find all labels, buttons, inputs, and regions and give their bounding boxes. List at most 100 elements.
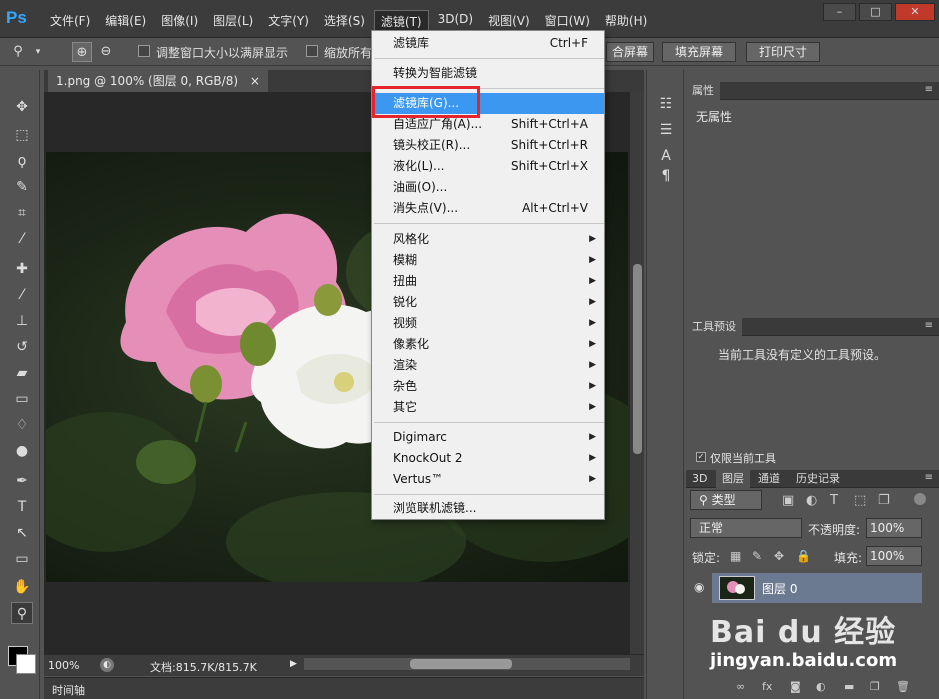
- add-mask-icon[interactable]: ◙: [790, 680, 801, 693]
- menu-item-knockout[interactable]: KnockOut 2 ▶: [372, 448, 604, 469]
- properties-panel-icon[interactable]: ☷: [656, 94, 676, 114]
- filter-type-icon[interactable]: T: [830, 493, 838, 508]
- filter-shape-icon[interactable]: ⬚: [854, 493, 866, 508]
- fill-screen-button[interactable]: 填充屏幕: [662, 42, 736, 62]
- resize-windows-checkbox[interactable]: [138, 45, 150, 57]
- new-group-icon[interactable]: ▬: [844, 680, 854, 693]
- menu-item-convert-smart-filters[interactable]: 转换为智能滤镜: [372, 63, 604, 84]
- menu-item-oil-paint[interactable]: 油画(O)...: [372, 177, 604, 198]
- timeline-label[interactable]: 时间轴: [52, 682, 85, 698]
- tab-3d[interactable]: 3D: [686, 470, 713, 488]
- menu-item-digimarc[interactable]: Digimarc ▶: [372, 427, 604, 448]
- gradient-tool-icon[interactable]: ▭: [11, 388, 33, 410]
- layer-name[interactable]: 图层 0: [762, 580, 797, 597]
- filter-smart-object-icon[interactable]: ❐: [878, 493, 890, 508]
- filter-adjustment-icon[interactable]: ◐: [806, 493, 817, 508]
- brush-tool-icon[interactable]: ⁄: [11, 284, 33, 306]
- menu-item-noise[interactable]: 杂色 ▶: [372, 376, 604, 397]
- menu-select[interactable]: 选择(S): [318, 10, 371, 33]
- close-tab-icon[interactable]: ×: [250, 74, 260, 88]
- zoom-tool-active-icon[interactable]: ⚲: [11, 602, 33, 624]
- menu-type[interactable]: 文字(Y): [262, 10, 315, 33]
- document-tab[interactable]: 1.png @ 100% (图层 0, RGB/8) ×: [48, 70, 268, 92]
- lock-transparent-icon[interactable]: ▦: [730, 549, 741, 563]
- zoom-in-icon[interactable]: ⊕: [72, 42, 92, 62]
- zoom-level[interactable]: 100%: [48, 659, 79, 672]
- close-button[interactable]: ✕: [895, 3, 935, 21]
- type-tool-icon[interactable]: T: [11, 496, 33, 518]
- tab-channels[interactable]: 通道: [752, 470, 786, 488]
- lock-pixels-icon[interactable]: ✎: [752, 549, 762, 563]
- menu-item-pixelate[interactable]: 像素化 ▶: [372, 334, 604, 355]
- opacity-input[interactable]: 100%: [866, 518, 922, 538]
- history-brush-tool-icon[interactable]: ↺: [11, 336, 33, 358]
- menu-item-blur[interactable]: 模糊 ▶: [372, 250, 604, 271]
- filter-pixel-icon[interactable]: ▣: [782, 493, 794, 508]
- menu-layer[interactable]: 图层(L): [207, 10, 259, 33]
- horizontal-scroll-thumb[interactable]: [410, 659, 512, 669]
- panel-menu-icon[interactable]: ≡: [925, 84, 933, 95]
- menu-item-vertus[interactable]: Vertus™ ▶: [372, 469, 604, 490]
- eyedropper-tool-icon[interactable]: ⁄: [11, 228, 33, 250]
- stamp-tool-icon[interactable]: ⊥: [11, 310, 33, 332]
- minimize-button[interactable]: –: [823, 3, 856, 21]
- zoom-tool-icon[interactable]: ⚲: [8, 42, 28, 62]
- vertical-scroll-thumb[interactable]: [633, 264, 642, 454]
- zoom-out-icon[interactable]: ⊖: [96, 42, 116, 62]
- new-adjustment-icon[interactable]: ◐: [816, 680, 826, 693]
- hand-tool-icon[interactable]: ✋: [11, 576, 33, 598]
- visibility-eye-icon[interactable]: ◉: [694, 580, 704, 594]
- new-layer-icon[interactable]: ❐: [870, 680, 880, 693]
- zoom-all-checkbox[interactable]: [306, 45, 318, 57]
- lock-all-icon[interactable]: 🔒: [796, 549, 811, 563]
- print-size-button[interactable]: 打印尺寸: [746, 42, 820, 62]
- status-menu-arrow-icon[interactable]: ▶: [290, 659, 297, 669]
- eraser-tool-icon[interactable]: ▰: [11, 362, 33, 384]
- tab-tool-presets[interactable]: 工具预设: [686, 318, 742, 336]
- layer-style-icon[interactable]: fx: [762, 680, 772, 693]
- delete-layer-icon[interactable]: 🗑: [896, 680, 910, 693]
- layer-thumbnail[interactable]: [719, 576, 755, 600]
- crop-tool-icon[interactable]: ⌗: [11, 202, 33, 224]
- only-current-checkbox[interactable]: ✓: [696, 452, 706, 462]
- menu-item-stylize[interactable]: 风格化 ▶: [372, 229, 604, 250]
- tool-preset-chevron-icon[interactable]: ▾: [28, 42, 48, 62]
- character-panel-icon[interactable]: A: [656, 146, 676, 166]
- menu-item-other[interactable]: 其它 ▶: [372, 397, 604, 418]
- blend-mode-select[interactable]: 正常: [690, 518, 802, 538]
- menu-item-filter-gallery-last[interactable]: 滤镜库 Ctrl+F: [372, 33, 604, 54]
- path-select-tool-icon[interactable]: ↖: [11, 522, 33, 544]
- marquee-tool-icon[interactable]: ⬚: [11, 124, 33, 146]
- fill-input[interactable]: 100%: [866, 546, 922, 566]
- menu-image[interactable]: 图像(I): [155, 10, 204, 33]
- lock-position-icon[interactable]: ✥: [774, 549, 784, 563]
- menu-item-vanishing-point[interactable]: 消失点(V)... Alt+Ctrl+V: [372, 198, 604, 219]
- layer-filter-select[interactable]: ⚲ 类型: [690, 490, 762, 510]
- move-tool-icon[interactable]: ✥: [11, 96, 33, 118]
- quick-select-tool-icon[interactable]: ✎: [11, 176, 33, 198]
- background-color-swatch[interactable]: [16, 654, 36, 674]
- menu-item-browse-online-filters[interactable]: 浏览联机滤镜...: [372, 498, 604, 519]
- panel-menu-icon[interactable]: ≡: [925, 320, 933, 331]
- panel-menu-icon[interactable]: ≡: [925, 472, 933, 483]
- adjustments-panel-icon[interactable]: ☰: [656, 120, 676, 140]
- menu-item-render[interactable]: 渲染 ▶: [372, 355, 604, 376]
- menu-help[interactable]: 帮助(H): [599, 10, 653, 33]
- pen-tool-icon[interactable]: ✒: [11, 470, 33, 492]
- maximize-button[interactable]: □: [859, 3, 892, 21]
- fit-screen-button[interactable]: 合屏幕: [606, 42, 654, 62]
- blur-tool-icon[interactable]: ♢: [11, 414, 33, 436]
- status-info-icon[interactable]: ◐: [100, 658, 114, 672]
- tab-history[interactable]: 历史记录: [790, 470, 846, 488]
- menu-item-distort[interactable]: 扭曲 ▶: [372, 271, 604, 292]
- shape-tool-icon[interactable]: ▭: [11, 548, 33, 570]
- link-layers-icon[interactable]: ∞: [736, 680, 745, 693]
- healing-brush-tool-icon[interactable]: ✚: [11, 258, 33, 280]
- tab-layers[interactable]: 图层: [716, 470, 750, 488]
- menu-item-liquify[interactable]: 液化(L)... Shift+Ctrl+X: [372, 156, 604, 177]
- filter-toggle-icon[interactable]: [914, 493, 926, 505]
- menu-item-sharpen[interactable]: 锐化 ▶: [372, 292, 604, 313]
- tab-properties[interactable]: 属性: [686, 82, 720, 100]
- dodge-tool-icon[interactable]: ●: [11, 440, 33, 462]
- menu-edit[interactable]: 编辑(E): [99, 10, 152, 33]
